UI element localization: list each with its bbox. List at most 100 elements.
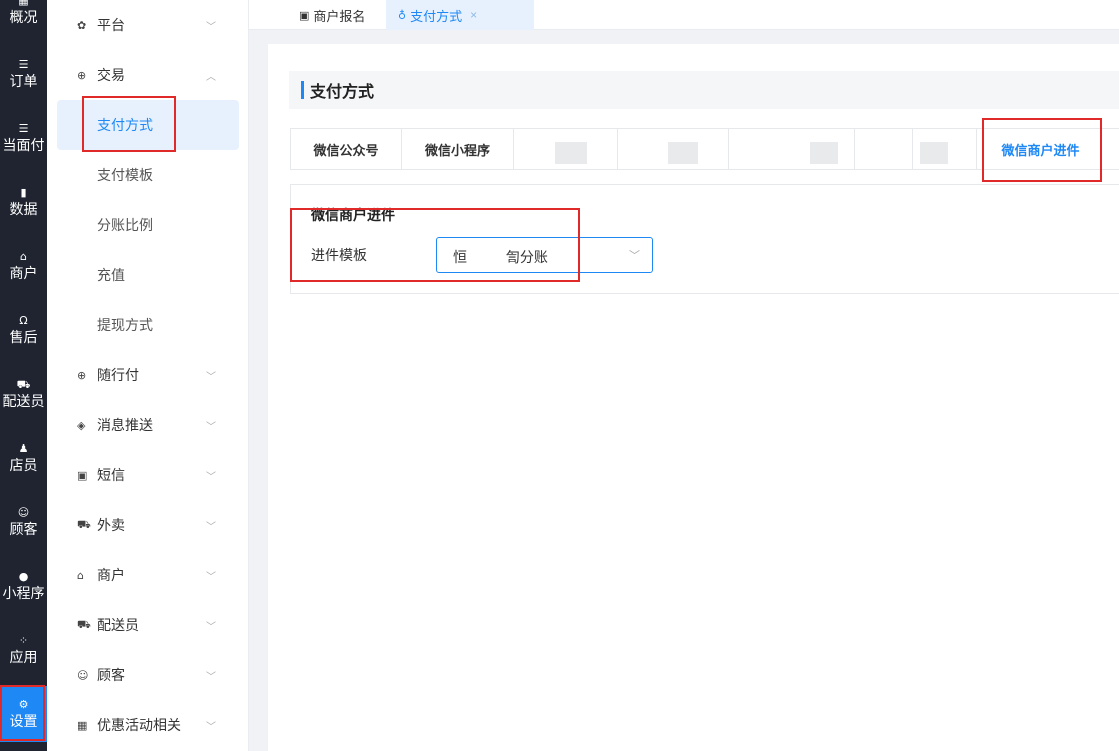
tab-merchant-signup[interactable]: ▣ 商户报名 [287, 0, 377, 30]
template-select[interactable]: 恒 訇分账 ﹀ [436, 237, 653, 273]
rail-item-merchant[interactable]: ⌂ 商户 [0, 238, 47, 294]
menu-label: 充值 [97, 267, 125, 283]
merchant-signup-icon: ▣ [299, 8, 310, 22]
chevron-down-icon: ﹀ [206, 721, 216, 733]
store-icon: ⌂ [77, 568, 84, 582]
rail-label: 顾客 [9, 521, 38, 537]
menu-label: 优惠活动相关 [97, 717, 181, 733]
customer-icon: ☺ [17, 506, 30, 519]
rail-item-data[interactable]: ▮ 数据 [0, 174, 47, 230]
message-icon: ◈ [77, 418, 86, 432]
apps-icon: ⁘ [18, 634, 29, 647]
rail-item-apps[interactable]: ⁘ 应用 [0, 622, 47, 678]
rail-label: 店员 [9, 457, 38, 473]
rail-item-face-pay[interactable]: ☰ 当面付 [0, 110, 47, 166]
accent-bar [301, 81, 304, 99]
menu-label: 提现方式 [97, 317, 153, 333]
bar-chart-icon: ▮ [20, 186, 27, 199]
page-title: 支付方式 [310, 84, 375, 101]
rail-label: 配送员 [2, 393, 45, 409]
menu-item-promotions[interactable]: ▦ 优惠活动相关 ﹀ [47, 700, 249, 750]
rail-label: 售后 [9, 329, 38, 345]
menu-label: 消息推送 [97, 417, 153, 433]
close-icon[interactable]: × [470, 8, 477, 22]
menu-label: 随行付 [97, 367, 139, 383]
rail-item-aftersale[interactable]: Ω 售后 [0, 302, 47, 358]
subtab-wechat-miniprogram[interactable]: 微信小程序 [401, 129, 513, 170]
menu-item-delivery[interactable]: ⛟ 配送员 ﹀ [47, 600, 249, 650]
users-icon: ♟ [18, 442, 29, 455]
menu-label: 支付方式 [97, 117, 153, 133]
rail-item-customer[interactable]: ☺ 顾客 [0, 494, 47, 550]
menu-item-takeout[interactable]: ⛟ 外卖 ﹀ [47, 500, 249, 550]
rail-item-miniprogram[interactable]: ● 小程序 [0, 558, 47, 614]
rail-item-orders[interactable]: ☰ 订单 [0, 46, 47, 102]
menu-item-suixingfu[interactable]: ⊕ 随行付 ﹀ [47, 350, 249, 400]
rail-label: 概况 [9, 9, 38, 25]
redacted-block [555, 142, 587, 164]
rail-item-delivery[interactable]: ⛟ 配送员 [0, 366, 47, 422]
chevron-down-icon: ﹀ [206, 371, 216, 383]
tab-payment-method[interactable]: ♁ 支付方式 × [386, 0, 534, 30]
menu-item-sms[interactable]: ▣ 短信 ﹀ [47, 450, 249, 500]
headset-icon: Ω [19, 314, 28, 327]
menu-item-platform[interactable]: ✿ 平台 ﹀ [47, 0, 249, 50]
list-icon: ☰ [18, 122, 29, 135]
submenu-item-payment-method[interactable]: 支付方式 [57, 100, 239, 150]
menu-label: 配送员 [97, 617, 139, 633]
subtab-wechat-official[interactable]: 微信公众号 [290, 129, 401, 170]
rail-item-staff[interactable]: ♟ 店员 [0, 430, 47, 486]
rail-item-overview[interactable]: ▦ 概况 [0, 0, 47, 38]
rail-label: 小程序 [2, 585, 45, 601]
customer-icon: ☺ [77, 668, 89, 682]
template-select-value: 恒 訇分账 [453, 249, 548, 265]
submenu-item-split-ratio[interactable]: 分账比例 [57, 200, 239, 250]
settings-user-icon: ⚙ [18, 698, 29, 711]
pay-icon: ⊕ [77, 368, 87, 382]
chevron-down-icon: ﹀ [206, 421, 216, 433]
chevron-down-icon: ﹀ [206, 521, 216, 533]
submenu-item-payment-template[interactable]: 支付模板 [57, 150, 239, 200]
payment-subtabs: 微信公众号 微信小程序 微信商户进件 [290, 128, 1119, 170]
menu-item-merchant[interactable]: ⌂ 商户 ﹀ [47, 550, 249, 600]
settings-menu: ✿ 平台 ﹀ ⊕ 交易 ︿ 支付方式 支付模板 分账比例 充值 提现方式 ⊕ 随… [47, 0, 249, 751]
takeout-icon: ⛟ [77, 517, 91, 531]
chevron-down-icon: ﹀ [206, 671, 216, 683]
redacted-block [920, 142, 948, 164]
config-title: 微信商户进件 [311, 207, 395, 223]
delivery-icon: ⛟ [16, 378, 31, 391]
menu-item-message-push[interactable]: ◈ 消息推送 ﹀ [47, 400, 249, 450]
submenu-item-recharge[interactable]: 充值 [57, 250, 239, 300]
menu-label: 分账比例 [97, 217, 153, 233]
menu-label: 支付模板 [97, 167, 153, 183]
list-icon: ☰ [18, 58, 29, 71]
tab-label: 支付方式 [410, 8, 463, 24]
chevron-down-icon: ﹀ [206, 621, 216, 633]
subtab-wechat-merchant-onboarding[interactable]: 微信商户进件 [976, 129, 1104, 170]
menu-label: 外卖 [97, 517, 125, 533]
main-nav-rail: ▦ 概况 ☰ 订单 ☰ 当面付 ▮ 数据 ⌂ 商户 Ω 售后 ⛟ 配送员 ♟ 店员 ☺ 顾客 ● 小… [0, 0, 47, 751]
redacted-block [668, 142, 698, 164]
sms-icon: ▣ [77, 468, 88, 482]
subtab-redacted[interactable] [854, 129, 912, 170]
delivery-icon: ⛟ [77, 617, 91, 631]
rail-label: 商户 [9, 265, 38, 281]
gift-icon: ▦ [77, 718, 88, 732]
menu-item-customer[interactable]: ☺ 顾客 ﹀ [47, 650, 249, 700]
submenu-item-withdraw-method[interactable]: 提现方式 [57, 300, 239, 350]
menu-item-trade[interactable]: ⊕ 交易 ︿ [47, 50, 249, 100]
rail-item-settings[interactable]: ⚙ 设置 [0, 686, 47, 742]
chevron-up-icon: ︿ [206, 71, 216, 83]
menu-label: 商户 [97, 567, 125, 583]
gear-icon: ✿ [77, 18, 87, 32]
trade-icon: ⊕ [77, 68, 87, 82]
tab-label: 商户报名 [313, 8, 366, 24]
rail-label: 应用 [9, 649, 38, 665]
subtab-label: 微信商户进件 [1001, 143, 1080, 158]
menu-label: 顾客 [97, 667, 125, 683]
content-panel: 支付方式 微信公众号 微信小程序 微信商户进件 微信商户进件 进件模板 恒 訇分… [268, 44, 1119, 751]
section-header: 支付方式 [289, 71, 1119, 109]
chevron-down-icon: ﹀ [206, 21, 216, 33]
menu-label: 平台 [97, 17, 125, 33]
redacted-block [810, 142, 838, 164]
